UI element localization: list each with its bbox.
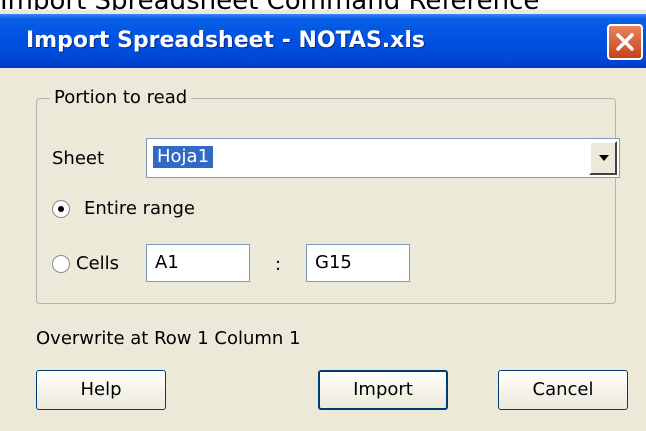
entire-range-label[interactable]: Entire range xyxy=(84,198,195,220)
close-x-icon xyxy=(616,33,634,51)
close-button[interactable] xyxy=(607,24,643,60)
overwrite-status-text: Overwrite at Row 1 Column 1 xyxy=(36,328,301,349)
sheet-select-value: Hoja1 xyxy=(153,146,214,168)
sheet-dropdown-button[interactable] xyxy=(589,141,617,175)
sheet-label: Sheet xyxy=(52,148,105,169)
title-bar[interactable]: Import Spreadsheet - NOTAS.xls xyxy=(0,14,646,68)
chevron-down-icon xyxy=(599,155,609,161)
entire-range-radio[interactable] xyxy=(52,200,70,218)
cells-to-input[interactable]: G15 xyxy=(306,244,410,282)
portion-to-read-legend: Portion to read xyxy=(50,88,192,108)
import-button[interactable]: Import xyxy=(318,370,448,410)
cells-radio[interactable] xyxy=(52,255,70,273)
cells-label[interactable]: Cells xyxy=(76,253,119,275)
cells-from-input[interactable]: A1 xyxy=(146,244,250,282)
range-separator: : xyxy=(275,254,282,275)
cancel-button[interactable]: Cancel xyxy=(498,370,628,410)
radio-selected-dot xyxy=(58,206,64,212)
help-button[interactable]: Help xyxy=(36,370,166,410)
sheet-select[interactable]: Hoja1 xyxy=(146,138,620,178)
import-spreadsheet-dialog: Import Spreadsheet - NOTAS.xls Portion t… xyxy=(0,10,646,431)
dialog-title: Import Spreadsheet - NOTAS.xls xyxy=(26,28,425,53)
